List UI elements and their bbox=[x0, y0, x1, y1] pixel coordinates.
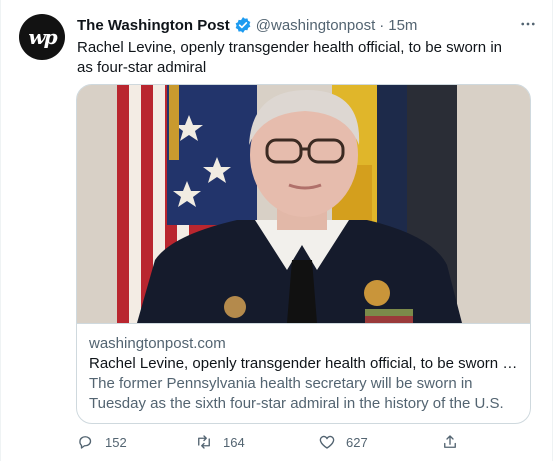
retweet-button[interactable]: 164 bbox=[195, 430, 245, 454]
author-name[interactable]: The Washington Post bbox=[77, 17, 230, 34]
reply-icon bbox=[79, 436, 92, 449]
avatar-logo: wp bbox=[28, 25, 57, 49]
share-button[interactable] bbox=[441, 430, 459, 454]
avatar[interactable]: wp bbox=[19, 14, 65, 60]
tweet[interactable]: wp The Washington Post @washingtonpost ·… bbox=[0, 0, 553, 461]
verified-icon bbox=[235, 17, 251, 33]
card-domain: washingtonpost.com bbox=[89, 335, 226, 352]
like-icon bbox=[319, 435, 335, 449]
like-count: 627 bbox=[346, 434, 368, 450]
author-handle[interactable]: @washingtonpost bbox=[256, 17, 375, 34]
retweet-icon bbox=[198, 435, 210, 449]
like-button[interactable]: 627 bbox=[318, 430, 368, 454]
card-title: Rachel Levine, openly transgender health… bbox=[89, 355, 518, 372]
retweet-count: 164 bbox=[223, 434, 245, 450]
tweet-text: Rachel Levine, openly transgender health… bbox=[77, 39, 502, 76]
tweet-header: The Washington Post @washingtonpost · 15… bbox=[77, 14, 536, 36]
link-card[interactable]: washingtonpost.com Rachel Levine, openly… bbox=[76, 84, 531, 424]
card-photo[interactable] bbox=[77, 85, 530, 323]
more-icon[interactable] bbox=[516, 12, 540, 36]
portrait-image bbox=[77, 85, 530, 323]
reply-button[interactable]: 152 bbox=[77, 430, 127, 454]
share-icon bbox=[444, 435, 456, 448]
tweet-time[interactable]: 15m bbox=[388, 17, 417, 34]
tweet-actions: 152 164 627 bbox=[77, 430, 477, 454]
card-description: The former Pennsylvania health secretary… bbox=[89, 375, 504, 412]
card-body[interactable]: washingtonpost.com Rachel Levine, openly… bbox=[77, 323, 530, 414]
separator-dot: · bbox=[379, 16, 385, 34]
reply-count: 152 bbox=[105, 434, 127, 450]
